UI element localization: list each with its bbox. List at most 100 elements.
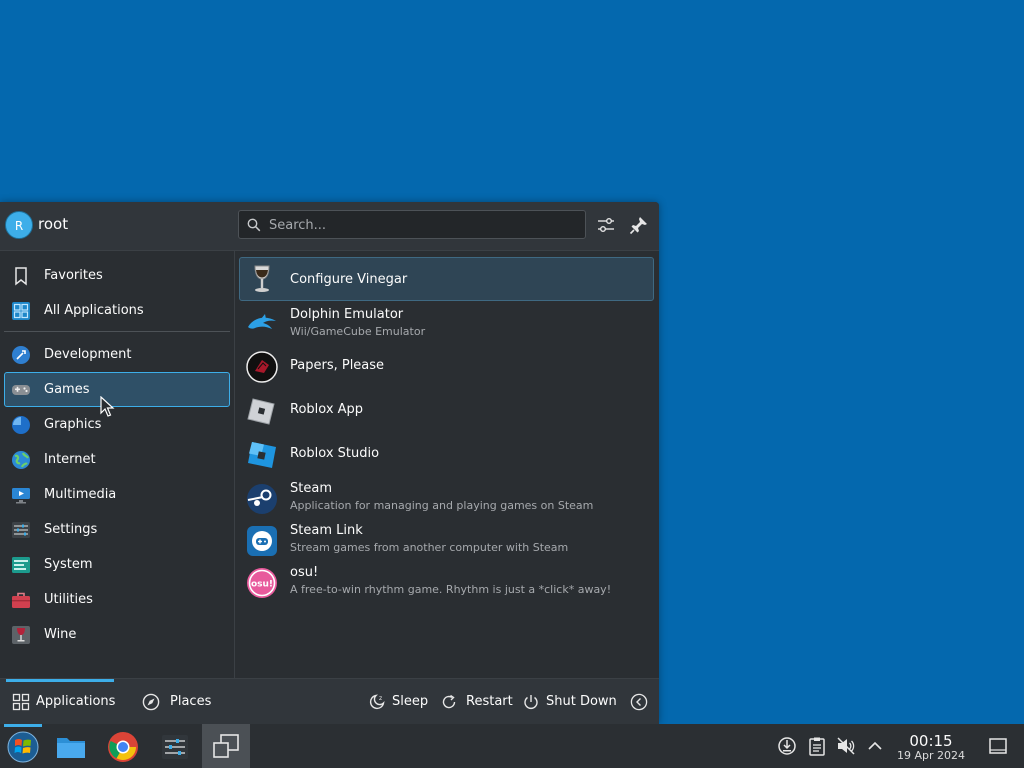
dolphin-icon [248,314,276,329]
category-sidebar: Favorites All Applications Development G… [0,251,235,678]
steam-link-icon [247,526,277,556]
sidebar-item-label: Graphics [44,417,102,432]
list-item-roblox-app[interactable]: Roblox App [239,389,654,431]
sleep-icon: z [369,694,385,710]
sidebar-item-system[interactable]: System [4,547,230,582]
sidebar-item-all-applications[interactable]: All Applications [4,293,230,328]
chevron-up-icon[interactable] [864,735,886,757]
chrome-icon [108,732,138,762]
search-icon [247,218,261,232]
shut-down-button[interactable]: Shut Down [516,679,617,725]
list-item-configure-vinegar[interactable]: Configure Vinegar [239,257,654,301]
app-description: A free-to-win rhythm game. Rhythm is jus… [290,583,612,596]
start-orb-icon [7,731,39,763]
list-item-roblox-studio[interactable]: Roblox Studio [239,433,654,475]
sidebar-item-label: Wine [44,627,77,642]
mouse-cursor-icon [100,396,115,417]
sidebar-item-label: Games [44,382,90,397]
app-description: Stream games from another computer with … [290,541,569,554]
sidebar-item-utilities[interactable]: Utilities [4,582,230,617]
globe-icon [12,451,30,469]
pin-icon[interactable] [628,214,650,236]
sidebar-item-label: Development [44,347,132,362]
tab-label: Places [170,694,212,709]
sidebar-item-label: Favorites [44,268,103,283]
list-item-dolphin-emulator[interactable]: Dolphin Emulator Wii/GameCube Emulator [239,302,654,344]
gamepad-icon [12,385,30,395]
sidebar-item-label: Settings [44,522,98,537]
sidebar-item-internet[interactable]: Internet [4,442,230,477]
sidebar-item-label: All Applications [44,303,144,318]
app-name: Roblox App [290,402,364,417]
app-name: Papers, Please [290,358,385,373]
app-name: Dolphin Emulator [290,307,404,322]
app-name: Configure Vinegar [290,272,408,287]
launcher-header: R root [0,202,659,251]
list-item-steam-link[interactable]: Steam Link Stream games from another com… [239,519,654,561]
launcher-active-indicator [4,724,42,727]
sidebar-item-games[interactable]: Games [4,372,230,407]
vinegar-icon [254,265,270,292]
taskbar: 00:15 19 Apr 2024 [0,724,1024,768]
list-item-papers-please[interactable]: Papers, Please [239,345,654,387]
sidebar-item-label: Internet [44,452,96,467]
username: root [38,215,69,233]
roblox-studio-icon [248,442,276,468]
taskbar-chrome[interactable] [100,724,146,768]
volume-muted-icon[interactable] [835,735,857,757]
app-description: Application for managing and playing gam… [290,499,594,512]
roblox-icon [247,398,275,425]
sleep-label: Sleep [392,694,429,709]
clock-time[interactable]: 00:15 [896,732,966,750]
show-desktop-icon[interactable] [988,736,1008,756]
restart-button[interactable]: Restart [434,679,513,725]
restart-icon [442,694,456,709]
clipboard-icon[interactable] [806,735,828,757]
avatar[interactable]: R [5,211,33,239]
tab-applications[interactable]: Applications [6,679,116,725]
app-name: Roblox Studio [290,446,380,461]
application-list: Configure Vinegar Dolphin Emulator Wii/G… [235,251,659,678]
settings-icon [12,522,30,538]
chevron-left-circle-icon [630,693,648,711]
sidebar-item-favorites[interactable]: Favorites [4,258,230,293]
taskbar-launcher-button[interactable] [0,724,46,768]
osu-logo-text: osu! [251,580,273,590]
sidebar-item-label: Multimedia [44,487,117,502]
svg-text:z: z [379,695,382,702]
list-item-osu[interactable]: osu! osu! A free-to-win rhythm game. Rhy… [239,561,654,603]
sidebar-item-label: System [44,557,93,572]
clock-date[interactable]: 19 Apr 2024 [890,749,972,762]
app-name: osu! [290,565,319,580]
sidebar-item-development[interactable]: Development [4,337,230,372]
list-item-steam[interactable]: Steam Application for managing and playi… [239,477,654,519]
papers-please-icon [246,351,278,383]
toolbox-icon [12,592,30,608]
wine-icon [12,626,30,644]
bookmark-icon [15,267,27,286]
search-box[interactable] [238,210,586,239]
search-input[interactable] [267,214,581,237]
network-icon[interactable] [776,735,798,757]
filter-sliders-icon[interactable] [595,214,617,236]
tab-places[interactable]: Places [136,679,216,725]
app-description: Wii/GameCube Emulator [290,325,426,338]
settings-sliders-icon [162,735,188,759]
taskbar-system-settings[interactable] [152,724,198,768]
power-icon [524,695,538,709]
sleep-button[interactable]: z Sleep [362,679,428,725]
system-icon [12,557,30,573]
graphics-icon [12,416,30,434]
sidebar-item-settings[interactable]: Settings [4,512,230,547]
more-options-button[interactable] [624,679,654,725]
sidebar-item-wine[interactable]: Wine [4,617,230,652]
taskbar-file-manager[interactable] [48,724,94,768]
sidebar-item-multimedia[interactable]: Multimedia [4,477,230,512]
app-name: Steam Link [290,523,363,538]
tab-label: Applications [36,694,116,709]
sidebar-item-label: Utilities [44,592,93,607]
compass-icon [142,693,160,711]
application-launcher: R root Favorites [0,202,659,725]
taskbar-virtual-desktop-pager[interactable] [202,724,250,768]
sidebar-item-graphics[interactable]: Graphics [4,407,230,442]
